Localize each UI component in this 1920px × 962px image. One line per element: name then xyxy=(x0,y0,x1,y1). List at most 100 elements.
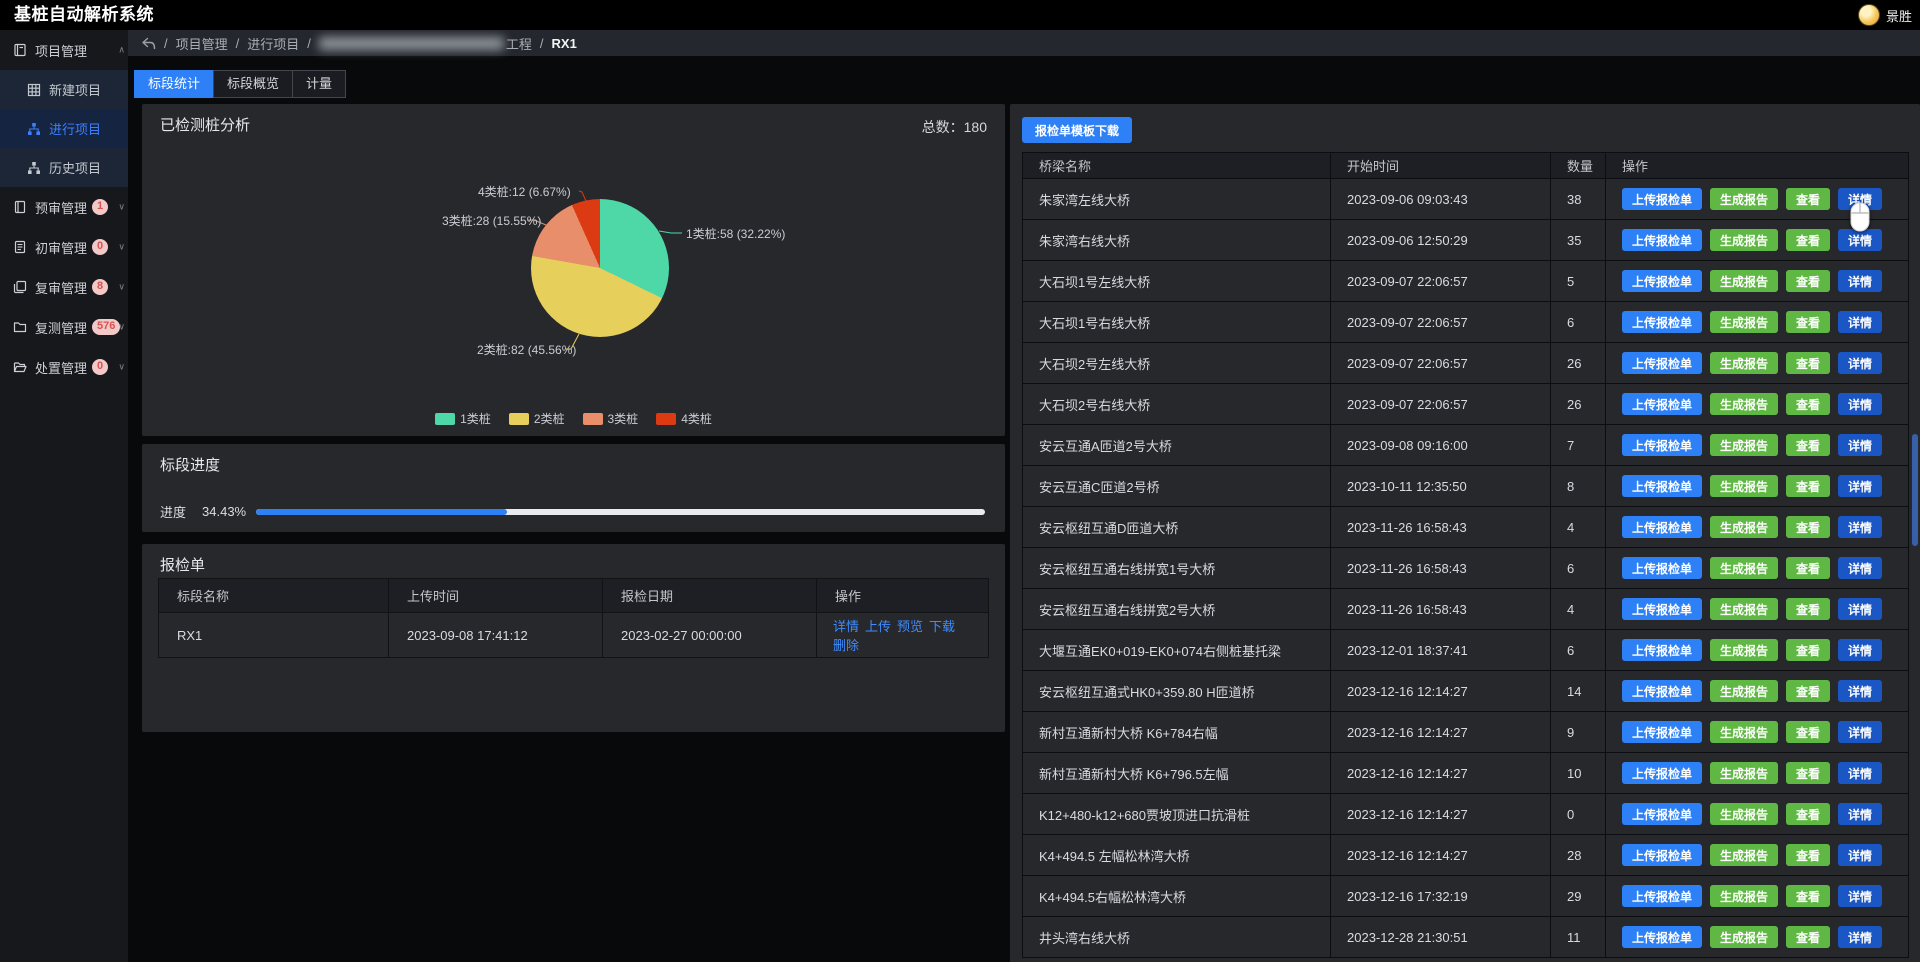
template-download-button[interactable]: 报检单模板下载 xyxy=(1022,117,1132,143)
upload-inspection-button[interactable]: 上传报检单 xyxy=(1622,598,1702,620)
details-button[interactable]: 详情 xyxy=(1838,311,1882,333)
upload-inspection-button[interactable]: 上传报检单 xyxy=(1622,434,1702,456)
view-button[interactable]: 查看 xyxy=(1786,393,1830,415)
details-button[interactable]: 详情 xyxy=(1838,557,1882,579)
pie-chart[interactable] xyxy=(531,199,669,337)
upload-inspection-button[interactable]: 上传报检单 xyxy=(1622,926,1702,948)
sidebar-group-0[interactable]: 项目管理∧ xyxy=(0,30,128,70)
generate-report-button[interactable]: 生成报告 xyxy=(1710,393,1778,415)
details-button[interactable]: 详情 xyxy=(1838,516,1882,538)
sidebar-group-3[interactable]: 复审管理8∨ xyxy=(0,267,128,307)
generate-report-button[interactable]: 生成报告 xyxy=(1710,762,1778,784)
upload-inspection-button[interactable]: 上传报检单 xyxy=(1622,639,1702,661)
upload-inspection-button[interactable]: 上传报检单 xyxy=(1622,557,1702,579)
details-link[interactable]: 详情 xyxy=(833,619,859,634)
legend-item-0[interactable]: 1类桩 xyxy=(435,410,491,427)
details-button[interactable]: 详情 xyxy=(1838,352,1882,374)
view-button[interactable]: 查看 xyxy=(1786,188,1830,210)
details-button[interactable]: 详情 xyxy=(1838,885,1882,907)
view-button[interactable]: 查看 xyxy=(1786,639,1830,661)
legend-item-3[interactable]: 4类桩 xyxy=(656,410,712,427)
generate-report-button[interactable]: 生成报告 xyxy=(1710,352,1778,374)
view-button[interactable]: 查看 xyxy=(1786,844,1830,866)
progress-bar[interactable] xyxy=(256,509,985,515)
details-button[interactable]: 详情 xyxy=(1838,721,1882,743)
generate-report-button[interactable]: 生成报告 xyxy=(1710,680,1778,702)
sidebar-group-1[interactable]: 预审管理1∨ xyxy=(0,187,128,227)
details-button[interactable]: 详情 xyxy=(1838,762,1882,784)
view-button[interactable]: 查看 xyxy=(1786,803,1830,825)
upload-inspection-button[interactable]: 上传报检单 xyxy=(1622,680,1702,702)
generate-report-button[interactable]: 生成报告 xyxy=(1710,721,1778,743)
avatar[interactable] xyxy=(1858,4,1880,26)
view-button[interactable]: 查看 xyxy=(1786,885,1830,907)
upload-inspection-button[interactable]: 上传报检单 xyxy=(1622,475,1702,497)
details-button[interactable]: 详情 xyxy=(1838,844,1882,866)
view-button[interactable]: 查看 xyxy=(1786,721,1830,743)
view-button[interactable]: 查看 xyxy=(1786,680,1830,702)
delete-link[interactable]: 删除 xyxy=(833,638,859,653)
upload-inspection-button[interactable]: 上传报检单 xyxy=(1622,270,1702,292)
tab-2[interactable]: 计量 xyxy=(292,70,346,98)
breadcrumb-item-project-name[interactable]: 工程 xyxy=(319,34,532,53)
sidebar-group-2[interactable]: 初审管理0∨ xyxy=(0,227,128,267)
download-link[interactable]: 下载 xyxy=(929,619,955,634)
details-button[interactable]: 详情 xyxy=(1838,393,1882,415)
legend-item-1[interactable]: 2类桩 xyxy=(509,410,565,427)
details-button[interactable]: 详情 xyxy=(1838,270,1882,292)
view-button[interactable]: 查看 xyxy=(1786,229,1830,251)
sidebar-item-0-2[interactable]: 历史项目 xyxy=(0,148,128,187)
view-button[interactable]: 查看 xyxy=(1786,516,1830,538)
details-button[interactable]: 详情 xyxy=(1838,434,1882,456)
upload-inspection-button[interactable]: 上传报检单 xyxy=(1622,844,1702,866)
generate-report-button[interactable]: 生成报告 xyxy=(1710,557,1778,579)
view-button[interactable]: 查看 xyxy=(1786,311,1830,333)
generate-report-button[interactable]: 生成报告 xyxy=(1710,803,1778,825)
back-icon[interactable] xyxy=(141,37,156,50)
upload-link[interactable]: 上传 xyxy=(865,619,891,634)
details-button[interactable]: 详情 xyxy=(1838,803,1882,825)
sidebar-group-5[interactable]: 处置管理0∨ xyxy=(0,347,128,387)
generate-report-button[interactable]: 生成报告 xyxy=(1710,516,1778,538)
upload-inspection-button[interactable]: 上传报检单 xyxy=(1622,721,1702,743)
generate-report-button[interactable]: 生成报告 xyxy=(1710,885,1778,907)
upload-inspection-button[interactable]: 上传报检单 xyxy=(1622,352,1702,374)
user-menu[interactable]: 景胜 xyxy=(1858,0,1912,30)
tab-0[interactable]: 标段统计 xyxy=(134,70,214,98)
sidebar-item-0-0[interactable]: 新建项目 xyxy=(0,70,128,109)
view-button[interactable]: 查看 xyxy=(1786,598,1830,620)
breadcrumb-item-ongoing[interactable]: 进行项目 xyxy=(247,34,299,53)
preview-link[interactable]: 预览 xyxy=(897,619,923,634)
details-button[interactable]: 详情 xyxy=(1838,926,1882,948)
view-button[interactable]: 查看 xyxy=(1786,434,1830,456)
upload-inspection-button[interactable]: 上传报检单 xyxy=(1622,803,1702,825)
sidebar-item-0-1[interactable]: 进行项目 xyxy=(0,109,128,148)
generate-report-button[interactable]: 生成报告 xyxy=(1710,229,1778,251)
view-button[interactable]: 查看 xyxy=(1786,557,1830,579)
upload-inspection-button[interactable]: 上传报检单 xyxy=(1622,188,1702,210)
generate-report-button[interactable]: 生成报告 xyxy=(1710,188,1778,210)
generate-report-button[interactable]: 生成报告 xyxy=(1710,844,1778,866)
upload-inspection-button[interactable]: 上传报检单 xyxy=(1622,229,1702,251)
upload-inspection-button[interactable]: 上传报检单 xyxy=(1622,885,1702,907)
details-button[interactable]: 详情 xyxy=(1838,475,1882,497)
upload-inspection-button[interactable]: 上传报检单 xyxy=(1622,516,1702,538)
scrollbar-thumb[interactable] xyxy=(1912,434,1918,546)
upload-inspection-button[interactable]: 上传报检单 xyxy=(1622,393,1702,415)
details-button[interactable]: 详情 xyxy=(1838,639,1882,661)
view-button[interactable]: 查看 xyxy=(1786,270,1830,292)
breadcrumb-item-project-mgmt[interactable]: 项目管理 xyxy=(176,34,228,53)
upload-inspection-button[interactable]: 上传报检单 xyxy=(1622,762,1702,784)
generate-report-button[interactable]: 生成报告 xyxy=(1710,926,1778,948)
generate-report-button[interactable]: 生成报告 xyxy=(1710,639,1778,661)
generate-report-button[interactable]: 生成报告 xyxy=(1710,270,1778,292)
view-button[interactable]: 查看 xyxy=(1786,352,1830,374)
view-button[interactable]: 查看 xyxy=(1786,762,1830,784)
generate-report-button[interactable]: 生成报告 xyxy=(1710,311,1778,333)
legend-item-2[interactable]: 3类桩 xyxy=(583,410,639,427)
details-button[interactable]: 详情 xyxy=(1838,598,1882,620)
generate-report-button[interactable]: 生成报告 xyxy=(1710,475,1778,497)
tab-1[interactable]: 标段概览 xyxy=(213,70,293,98)
details-button[interactable]: 详情 xyxy=(1838,680,1882,702)
view-button[interactable]: 查看 xyxy=(1786,475,1830,497)
